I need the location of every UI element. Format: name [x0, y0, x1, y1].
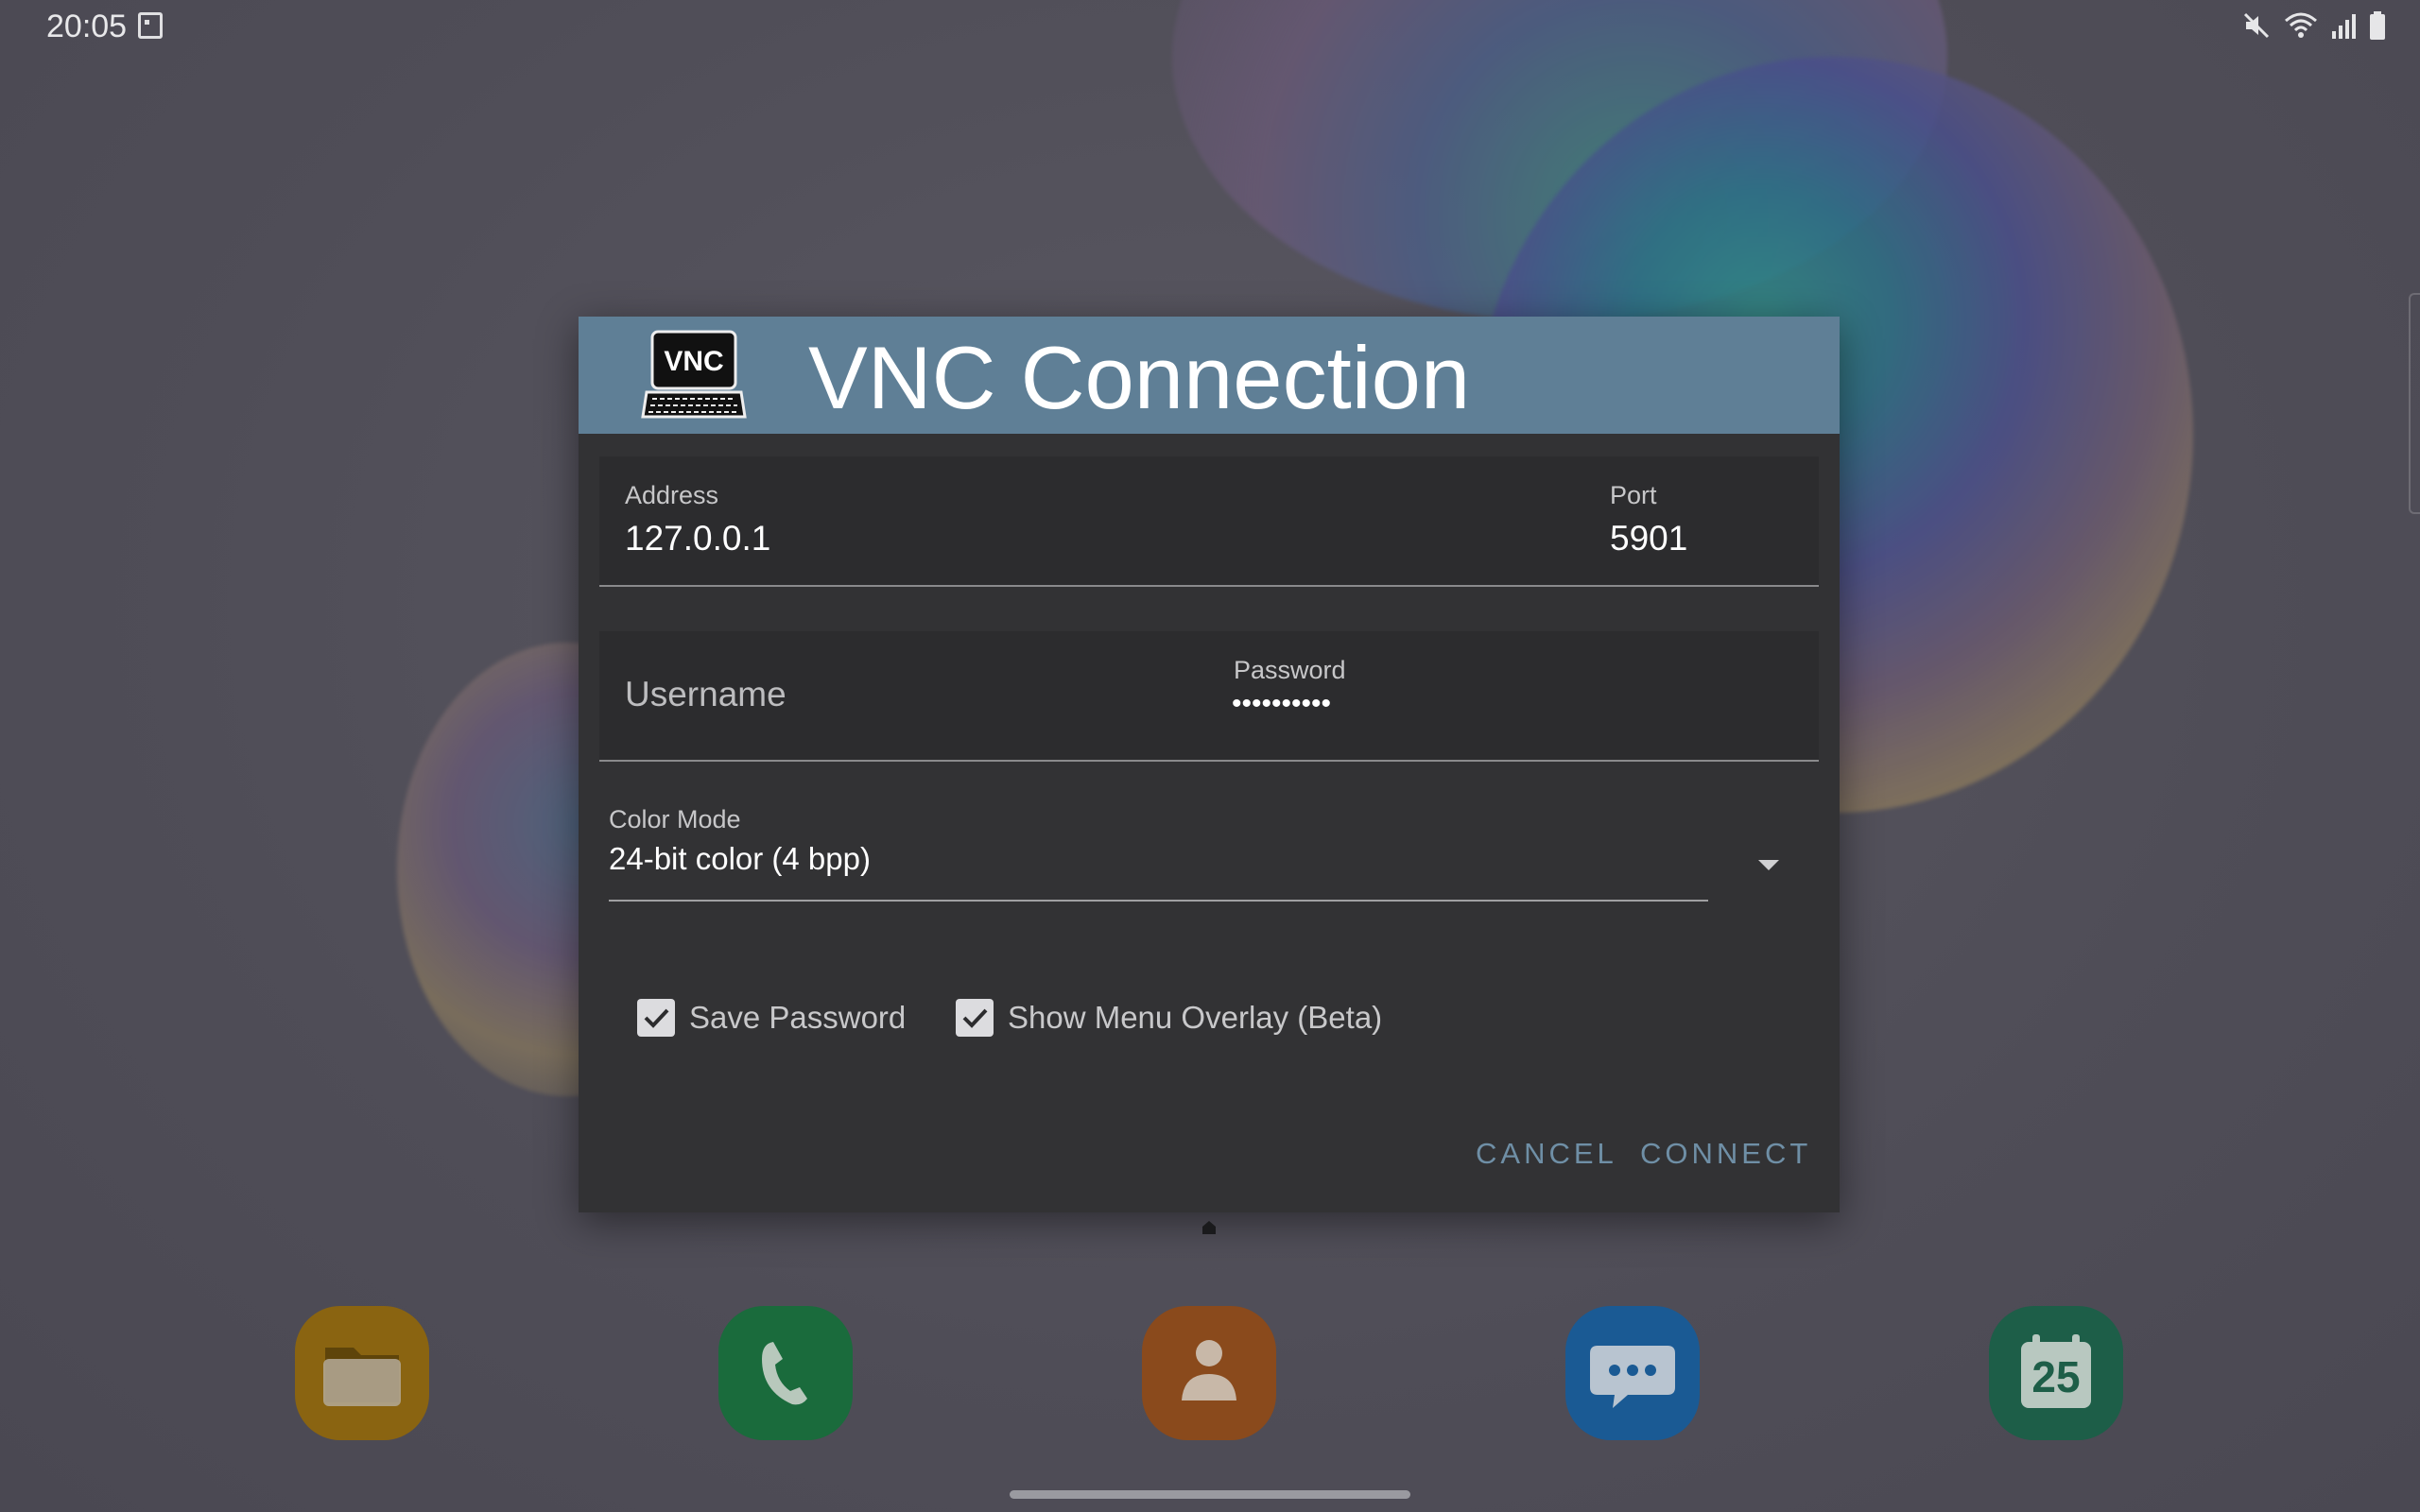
status-icons: [2242, 11, 2386, 44]
address-underline: [599, 585, 1819, 587]
dock-app-contacts[interactable]: [1142, 1306, 1276, 1440]
color-mode-label: Color Mode: [609, 805, 741, 833]
navigation-bar[interactable]: [1010, 1490, 1410, 1499]
status-bar: 20:05: [0, 0, 2420, 53]
color-mode-underline: [609, 900, 1708, 902]
dialog-title: VNC Connection: [808, 328, 1471, 427]
show-menu-overlay-checkbox[interactable]: [956, 999, 994, 1037]
show-menu-overlay-label[interactable]: Show Menu Overlay (Beta): [1008, 1000, 1382, 1036]
edge-panel-handle[interactable]: [2409, 293, 2420, 514]
port-value: 5901: [1610, 519, 1688, 558]
vnc-logo-text: VNC: [664, 346, 723, 377]
home-indicator-icon: [1201, 1220, 1217, 1235]
credentials-underline: [599, 760, 1819, 762]
phone-icon: [762, 1342, 807, 1405]
calendar-day: 25: [2031, 1352, 2081, 1401]
status-time: 20:05: [46, 9, 128, 44]
port-label: Port: [1610, 481, 1657, 509]
dock-app-calendar[interactable]: 25: [1989, 1306, 2123, 1440]
username-placeholder: Username: [625, 675, 786, 713]
color-mode-select[interactable]: 24-bit color (4 bpp): [609, 841, 1819, 902]
contact-icon: [1182, 1340, 1236, 1400]
dock-app-my-files[interactable]: [295, 1306, 429, 1440]
vnc-connection-dialog: VNC VNC Connection Address 127.0.0.1 Por…: [579, 317, 1840, 1212]
address-field[interactable]: Address 127.0.0.1: [599, 456, 1579, 585]
port-field[interactable]: Port 5901: [1579, 456, 1819, 585]
cancel-button[interactable]: CANCEL: [1476, 1137, 1617, 1171]
address-value: 127.0.0.1: [625, 519, 771, 558]
vnc-logo-icon: VNC: [641, 330, 747, 421]
connect-button[interactable]: CONNECT: [1640, 1137, 1811, 1171]
username-field[interactable]: Username: [599, 631, 1208, 760]
battery-icon: [2369, 11, 2386, 44]
password-field[interactable]: Password ••••••••••: [1208, 631, 1819, 760]
screenshot-icon: [138, 12, 163, 39]
dock-app-phone[interactable]: [718, 1306, 853, 1440]
folder-icon: [323, 1348, 401, 1406]
dialog-header: VNC VNC Connection: [579, 317, 1840, 434]
password-label: Password: [1234, 656, 1346, 684]
address-label: Address: [625, 481, 719, 509]
chevron-down-icon[interactable]: [1758, 860, 1779, 870]
checkmark-icon: [962, 1008, 988, 1028]
checkmark-icon: [644, 1008, 669, 1028]
save-password-label[interactable]: Save Password: [689, 1000, 906, 1036]
mute-icon: [2242, 11, 2271, 44]
save-password-checkbox[interactable]: [637, 999, 675, 1037]
password-value: ••••••••••: [1232, 688, 1332, 719]
signal-icon: [2331, 12, 2356, 43]
dock-app-messages[interactable]: [1565, 1306, 1700, 1440]
color-mode-value: 24-bit color (4 bpp): [609, 841, 871, 876]
message-icon: [1590, 1346, 1675, 1408]
wifi-icon: [2284, 11, 2318, 44]
